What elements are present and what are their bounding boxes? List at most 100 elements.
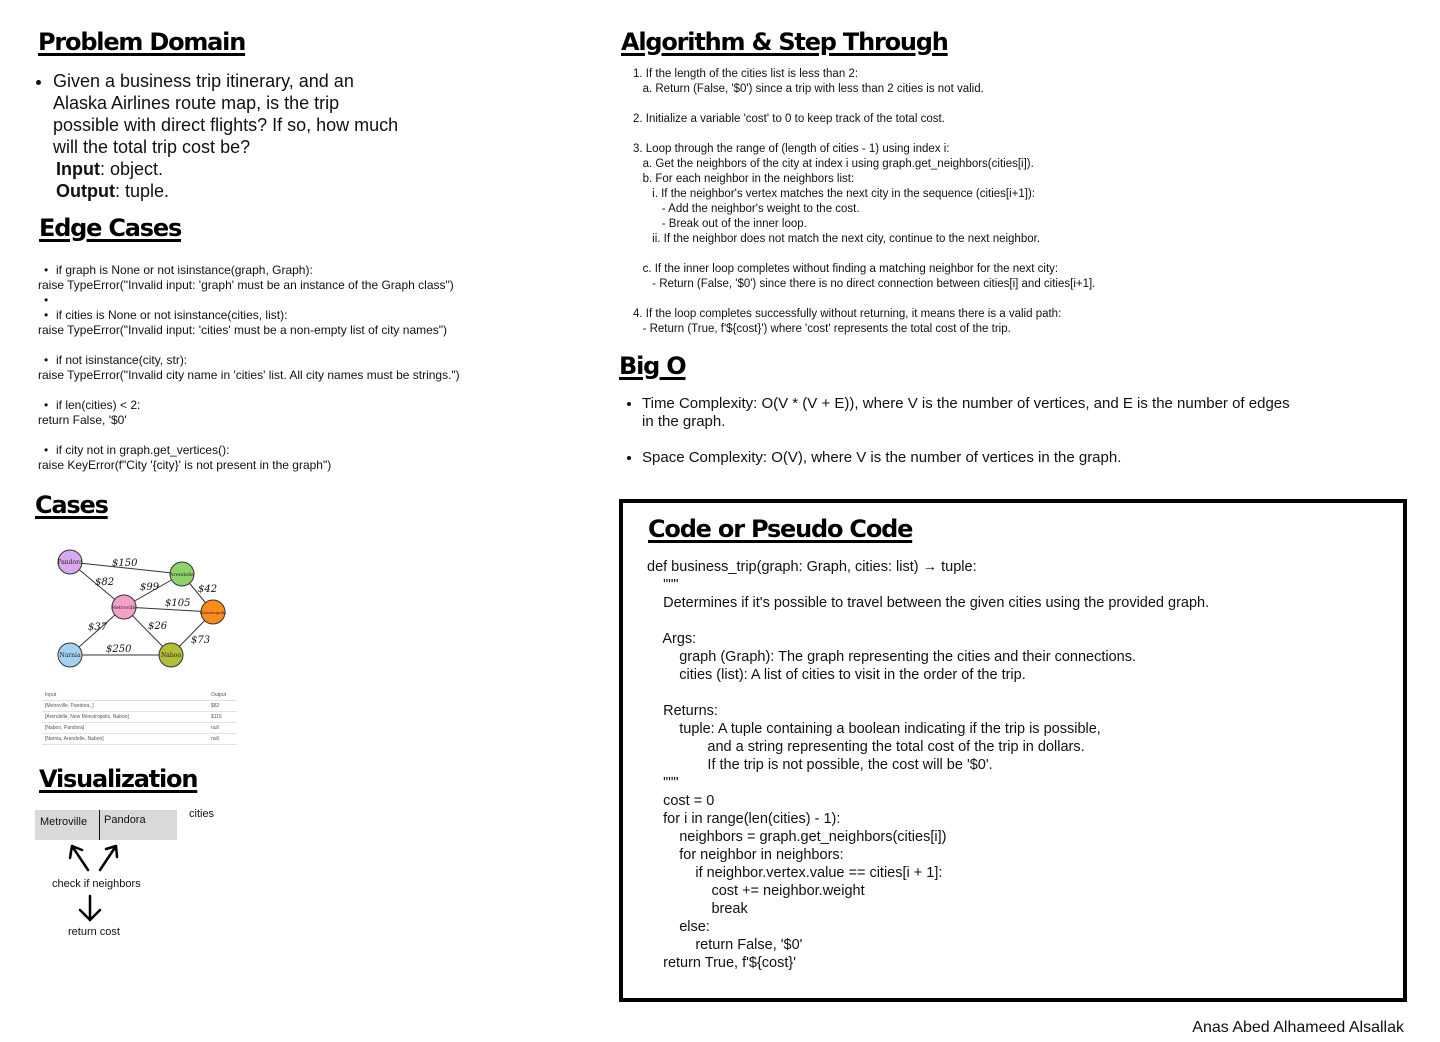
big-o-title: Big O — [619, 352, 687, 380]
edge-case-line: raise TypeError("Invalid input: 'cities'… — [38, 323, 448, 337]
edge-case-line: raise KeyError(f"City '{city}' is not pr… — [38, 458, 332, 472]
algorithm-line: - Return (False, '$0') since there is no… — [633, 278, 1096, 290]
edge-case-line: if len(cities) < 2: — [38, 398, 460, 413]
edge-label: $37 — [88, 622, 108, 633]
edge-cases-list: if graph is None or not isinstance(graph… — [38, 263, 460, 473]
code-line: cities (list): A list of cities to visit… — [647, 667, 1026, 683]
node-label: Arendelle — [169, 572, 195, 578]
table-header: Input — [42, 690, 208, 701]
table-row: [Metroville, Pandora, ] $82 — [42, 700, 237, 712]
edge-case-line: raise TypeError("Invalid city name in 'c… — [38, 368, 460, 382]
table-header: Output — [208, 690, 237, 701]
algorithm-line: ​ — [633, 292, 1095, 307]
code-line: cost += neighbor.weight — [647, 883, 865, 899]
edge-case-line: if graph is None or not isinstance(graph… — [38, 263, 460, 278]
node-label: Narnia — [59, 652, 80, 659]
algorithm-line: a. Get the neighbors of the city at inde… — [633, 158, 1034, 170]
edge-label: $73 — [191, 635, 210, 646]
table-row: [Arendelle, New Monstropolis, Naboo] $11… — [42, 711, 237, 723]
edge-case-line: ​ — [38, 293, 460, 308]
code-block: def business_trip(graph: Graph, cities: … — [647, 558, 1209, 972]
algorithm-steps: 1. If the length of the cities list is l… — [633, 67, 1095, 337]
problem-list: Given a business trip itinerary, and an … — [35, 70, 403, 158]
node-pandora: Pandora — [57, 549, 83, 575]
cities-array: Metroville Pandora — [35, 810, 177, 840]
input-label: Input — [56, 159, 100, 179]
code-line: def business_trip(graph: Graph, cities: … — [647, 559, 977, 575]
table-cell: [Metroville, Pandora, ] — [42, 700, 208, 712]
route-map-graph: $150 $82 $99 $42 $105 $37 $26 $73 $250 P… — [57, 549, 227, 668]
table-row: [Naboo, Pandora] null — [42, 722, 237, 734]
node-label: Monstropolis — [200, 610, 227, 615]
algorithm-line: ​ — [633, 127, 1095, 142]
edge-label: $250 — [106, 644, 132, 655]
problem-input: Input: object. — [56, 158, 163, 180]
code-box: Code or Pseudo Code def business_trip(gr… — [619, 499, 1407, 1002]
edge-label: $82 — [95, 577, 114, 588]
node-naboo: Naboo — [158, 642, 184, 668]
edge-case-line: raise TypeError("Invalid input: 'graph' … — [38, 278, 454, 292]
visualization-title: Visualization — [39, 765, 198, 793]
check-neighbors-label: check if neighbors — [52, 878, 141, 890]
code-line: else: — [647, 919, 710, 935]
code-line: Determines if it's possible to travel be… — [647, 595, 1210, 611]
edge-case-line: ​ — [38, 383, 460, 398]
algorithm-line: a. Return (False, '$0') since a trip wit… — [633, 83, 984, 95]
node-narnia: Narnia — [57, 642, 83, 668]
algorithm-line: - Return (True, f'${cost}') where 'cost'… — [633, 323, 1011, 335]
algorithm-line: 1. If the length of the cities list is l… — [633, 68, 859, 80]
code-line: If the trip is not possible, the cost wi… — [647, 757, 993, 773]
table-cell: $82 — [208, 700, 237, 712]
table-cell: [Naboo, Pandora] — [42, 722, 208, 734]
algorithm-line: - Break out of the inner loop. — [633, 218, 807, 230]
algorithm-line: b. For each neighbor in the neighbors li… — [633, 173, 855, 185]
edge-label: $99 — [140, 582, 160, 593]
algorithm-line: 4. If the loop completes successfully wi… — [633, 308, 1062, 320]
edge-case-line: if not isinstance(city, str): — [38, 353, 460, 368]
edge-label: $105 — [165, 598, 190, 609]
code-line: ​ — [647, 612, 1209, 630]
return-cost-label: return cost — [68, 926, 120, 938]
time-complexity: Time Complexity: O(V * (V + E)), where V… — [642, 395, 1302, 431]
edge-label: $42 — [198, 584, 217, 595]
array-divider — [99, 810, 100, 840]
edge-label: $150 — [112, 558, 138, 569]
node-label: Pandora — [57, 559, 83, 566]
edge-cases-title: Edge Cases — [39, 214, 182, 242]
cases-title: Cases — [35, 491, 109, 519]
algorithm-line: ​ — [633, 97, 1095, 112]
table-header-row: Input Output — [42, 690, 237, 701]
code-line: neighbors = graph.get_neighbors(cities[i… — [647, 829, 947, 845]
table-cell: [Narnia, Arendelle, Naboo] — [42, 733, 208, 745]
problem-statement: Given a business trip itinerary, and an … — [53, 70, 403, 158]
cases-table: Input Output [Metroville, Pandora, ] $82… — [42, 690, 237, 745]
output-value: : tuple. — [114, 181, 170, 201]
code-line: Args: — [647, 631, 697, 647]
code-line: ​ — [647, 684, 1209, 702]
algorithm-line: i. If the neighbor's vertex matches the … — [633, 188, 1036, 200]
code-line: return False, '$0' — [647, 937, 803, 953]
edge-case-line: return False, '$0' — [38, 413, 127, 427]
code-line: for neighbor in neighbors: — [647, 847, 844, 863]
code-line: for i in range(len(cities) - 1): — [647, 811, 841, 827]
edge-case-line: if cities is None or not isinstance(citi… — [38, 308, 460, 323]
algorithm-line: 2. Initialize a variable 'cost' to 0 to … — [633, 113, 945, 125]
code-line: return True, f'${cost}' — [647, 955, 797, 971]
edge-case-line: ​ — [38, 338, 460, 353]
node-monstropolis: Monstropolis — [200, 599, 227, 625]
table-cell: null — [208, 722, 237, 734]
table-row: [Narnia, Arendelle, Naboo] null — [42, 733, 237, 745]
algorithm-title: Algorithm & Step Through — [621, 28, 949, 56]
code-line: graph (Graph): The graph representing th… — [647, 649, 1136, 665]
space-complexity: Space Complexity: O(V), where V is the n… — [642, 449, 1302, 467]
algorithm-line: ii. If the neighbor does not match the n… — [633, 233, 1041, 245]
code-line: if neighbor.vertex.value == cities[i + 1… — [647, 865, 943, 881]
table-cell: [Arendelle, New Monstropolis, Naboo] — [42, 711, 208, 723]
edge-case-line: if city not in graph.get_vertices(): — [38, 443, 460, 458]
edge-case-line: ​ — [38, 428, 460, 443]
array-cell-0: Metroville — [40, 816, 88, 828]
array-cell-1: Pandora — [104, 814, 146, 826]
algorithm-line: - Add the neighbor's weight to the cost. — [633, 203, 860, 215]
problem-domain-title: Problem Domain — [38, 28, 246, 56]
algorithm-line: c. If the inner loop completes without f… — [633, 263, 1059, 275]
